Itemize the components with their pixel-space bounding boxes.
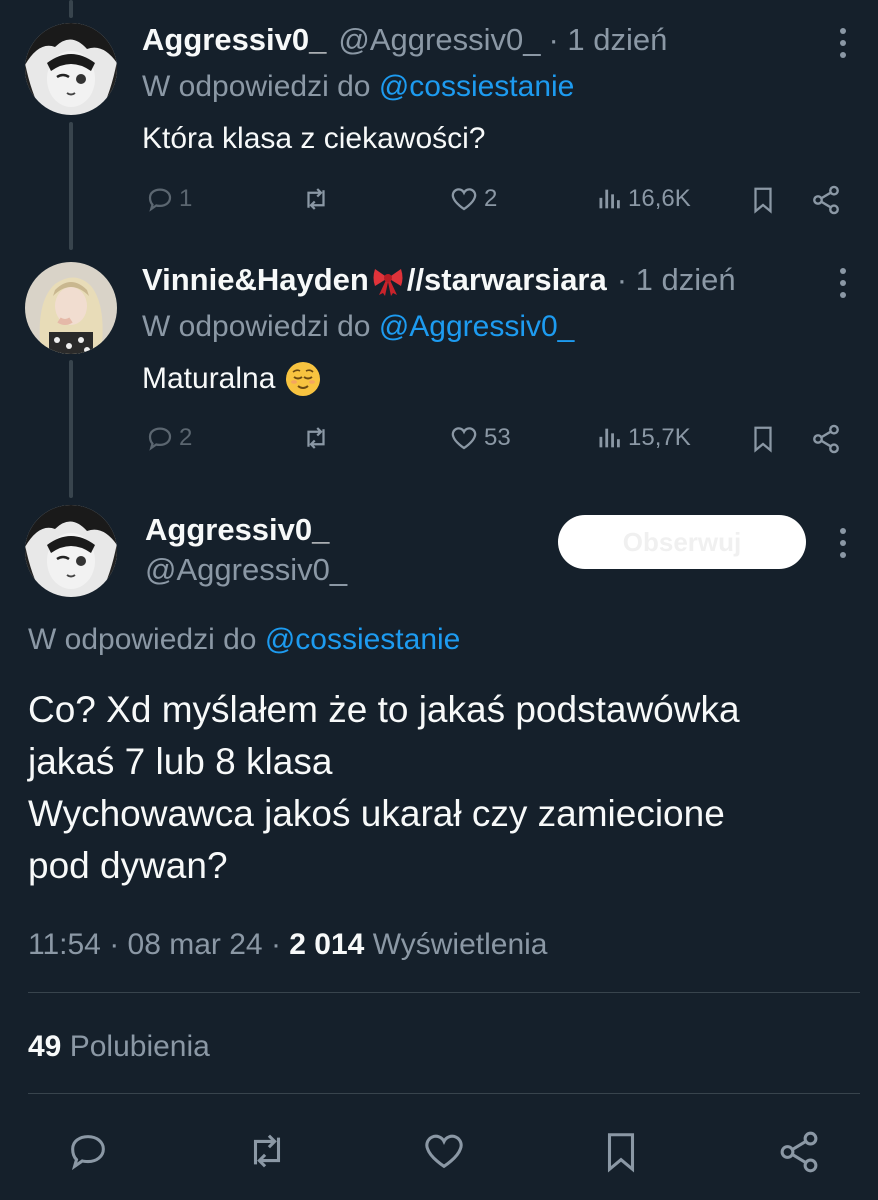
views-count: 16,6K (628, 185, 691, 212)
retweet-icon (307, 427, 325, 449)
thread-line (69, 0, 73, 18)
timestamp[interactable]: · 1 dzień (617, 262, 736, 298)
reply-to-link[interactable]: @cossiestanie (265, 623, 461, 656)
reply-prefix: W odpowiedzi do (142, 70, 371, 103)
avatar[interactable] (25, 262, 117, 354)
reply-button[interactable] (64, 1128, 112, 1179)
heart-icon (425, 1134, 463, 1169)
tweet-time[interactable]: 11:54 (28, 928, 101, 961)
share-button[interactable] (810, 423, 842, 455)
display-name[interactable]: Aggressiv0_ (142, 22, 326, 58)
reply-context: W odpowiedzi do @cossiestanie (28, 623, 460, 657)
heart-icon (451, 188, 477, 211)
views-count: 2 014 (289, 928, 365, 961)
tweet-text: Maturalna (142, 361, 321, 397)
reply-icon (71, 1135, 105, 1171)
tweet-text: Co? Xd myślałem że to jakaś podstawówka … (28, 684, 740, 892)
reply-count: 1 (179, 185, 193, 212)
reply-count: 2 (179, 424, 193, 451)
avatar[interactable] (25, 505, 117, 597)
like-button[interactable]: 53 (448, 423, 511, 453)
bookmark-icon (607, 1133, 635, 1173)
tweet-line: Wychowawca jakoś ukarał czy zamiecione (28, 793, 725, 834)
tweet-header: Aggressiv0_ @Aggressiv0_ · 1 dzień (142, 22, 667, 58)
views-button[interactable]: 16,6K (596, 184, 691, 214)
avatar[interactable] (25, 23, 117, 115)
reply-prefix: W odpowiedzi do (28, 623, 257, 656)
share-icon (813, 424, 839, 454)
retweet-icon (307, 188, 325, 210)
share-icon (813, 185, 839, 215)
tweet-line: pod dywan? (28, 845, 228, 886)
likes-count: 49 (28, 1030, 62, 1063)
display-name-suffix[interactable]: //starwarsiara (407, 262, 607, 298)
share-button[interactable] (776, 1128, 822, 1181)
share-button[interactable] (810, 184, 842, 216)
tweet-line: Co? Xd myślałem że to jakaś podstawówka (28, 689, 740, 730)
tweet-line: jakaś 7 lub 8 klasa (28, 741, 333, 782)
like-button[interactable] (420, 1128, 468, 1179)
display-name[interactable]: Aggressiv0_ (145, 512, 329, 548)
display-name[interactable]: Vinnie&Hayden (142, 262, 369, 298)
likes-stat[interactable]: 49 Polubienia (28, 1030, 210, 1064)
views-icon (599, 428, 620, 448)
tweet-date[interactable]: 08 mar 24 (128, 928, 263, 961)
relieved-face-emoji (286, 362, 321, 396)
tweet-text-content: Maturalna (142, 362, 276, 395)
bookmark-button[interactable] (748, 184, 778, 216)
bookmark-icon (754, 187, 772, 214)
thread-line (69, 360, 73, 498)
like-button[interactable]: 2 (448, 184, 497, 214)
follow-label: Obserwuj (622, 526, 742, 557)
views-icon (599, 189, 620, 209)
views-count: 15,7K (628, 424, 691, 451)
bookmark-button[interactable] (748, 423, 778, 455)
reply-icon (148, 188, 172, 212)
user-handle[interactable]: @Aggressiv0_ (145, 552, 347, 588)
retweet-icon (253, 1134, 281, 1168)
reply-button[interactable]: 2 (145, 423, 192, 453)
more-icon[interactable] (837, 268, 849, 298)
bookmark-icon (754, 426, 772, 453)
reply-prefix: W odpowiedzi do (142, 310, 371, 343)
timestamp[interactable]: · 1 dzień (548, 22, 667, 58)
reply-to-link[interactable]: @cossiestanie (379, 70, 575, 103)
reply-to-link[interactable]: @Aggressiv0_ (379, 310, 575, 343)
divider (28, 1093, 860, 1094)
tweet-meta: 11:54 · 08 mar 24 · 2 014 Wyświetlenia (28, 928, 548, 961)
more-icon[interactable] (837, 28, 849, 58)
more-icon[interactable] (837, 528, 849, 558)
bookmark-button[interactable] (598, 1128, 644, 1181)
retweet-button[interactable] (300, 184, 332, 214)
retweet-button[interactable] (242, 1128, 292, 1179)
like-count: 2 (484, 185, 498, 212)
like-count: 53 (484, 424, 511, 451)
thread-line (69, 122, 73, 250)
tweet-header: Vinnie&Hayden //starwarsiara · 1 dzień (142, 262, 736, 298)
divider (28, 992, 860, 993)
reply-icon (148, 427, 172, 451)
views-label: Wyświetlenia (372, 928, 548, 961)
ribbon-emoji (373, 269, 403, 296)
reply-button[interactable]: 1 (145, 184, 192, 214)
reply-context: W odpowiedzi do @Aggressiv0_ (142, 310, 574, 344)
retweet-button[interactable] (300, 423, 332, 453)
follow-button[interactable]: Obserwuj (558, 515, 806, 569)
heart-icon (451, 427, 477, 450)
share-icon (780, 1131, 818, 1173)
likes-label: Polubienia (69, 1030, 210, 1063)
tweet-text: Która klasa z ciekawości? (142, 122, 486, 155)
user-handle[interactable]: @Aggressiv0_ (338, 22, 540, 58)
views-button[interactable]: 15,7K (596, 423, 691, 453)
reply-context: W odpowiedzi do @cossiestanie (142, 70, 574, 104)
